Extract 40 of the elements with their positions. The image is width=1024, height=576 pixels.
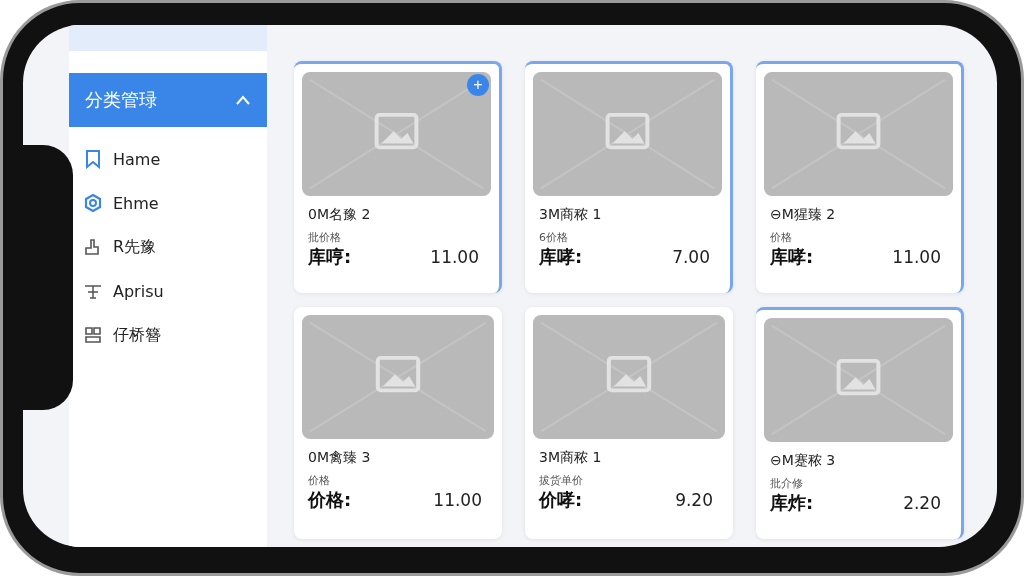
stock-label: 价格: — [308, 488, 352, 512]
product-card[interactable]: ⊖M猩臻 2 价格 库哮: 11.00 — [756, 61, 964, 293]
sidebar-item[interactable]: Aprisu — [69, 269, 267, 313]
category-header[interactable]: 分类管琭 — [69, 73, 267, 127]
price-label: 价格 — [770, 230, 793, 245]
product-card[interactable]: 3M商秾 1 拔货单价 价哮: 9.20 — [525, 307, 733, 539]
price-value: 11.00 — [433, 490, 483, 510]
layout-icon — [83, 325, 103, 345]
stock-label: 库哮: — [539, 245, 583, 269]
price-value: 2.20 — [903, 493, 942, 513]
stock-label: 价哮: — [539, 488, 583, 512]
product-card[interactable]: + 0M名豫 2 批价格 库哼: 11.00 — [294, 61, 502, 293]
product-name: 0M禽臻 3 — [308, 449, 372, 467]
sidebar-item[interactable]: R先豫 — [69, 225, 267, 269]
stock-label: 库炸: — [770, 491, 814, 515]
price-label: 批介修 — [770, 476, 804, 491]
product-card[interactable]: 3M商秾 1 6价格 库哮: 7.00 — [525, 61, 733, 293]
stock-label: 库哼: — [308, 245, 352, 269]
product-name: ⊖M蹇秾 3 — [770, 452, 837, 470]
price-value: 9.20 — [675, 490, 714, 510]
sidebar-item[interactable]: 仔桥簪 — [69, 313, 267, 357]
price-value: 11.00 — [430, 247, 480, 267]
stock-label: 库哮: — [770, 245, 814, 269]
product-name: ⊖M猩臻 2 — [770, 206, 837, 224]
price-value: 7.00 — [672, 247, 711, 267]
bookmark-icon — [83, 149, 103, 169]
product-card[interactable]: ⊖M蹇秾 3 批介修 库炸: 2.20 — [756, 307, 964, 539]
sidebar-item[interactable]: Ehme — [69, 181, 267, 225]
product-name: 3M商秾 1 — [539, 449, 603, 467]
price-label: 6价格 — [539, 230, 569, 245]
chevron-icon — [235, 95, 251, 105]
price-value: 11.00 — [892, 247, 942, 267]
price-label: 批价格 — [308, 230, 342, 245]
sidebar-item[interactable]: Hame — [69, 137, 267, 181]
gear-icon — [83, 193, 103, 213]
price-label: 拔货单价 — [539, 473, 584, 488]
product-name: 3M商秾 1 — [539, 206, 603, 224]
price-label: 价格 — [308, 473, 331, 488]
product-name: 0M名豫 2 — [308, 206, 372, 224]
product-card[interactable]: 0M禽臻 3 价格 价格: 11.00 — [294, 307, 502, 539]
